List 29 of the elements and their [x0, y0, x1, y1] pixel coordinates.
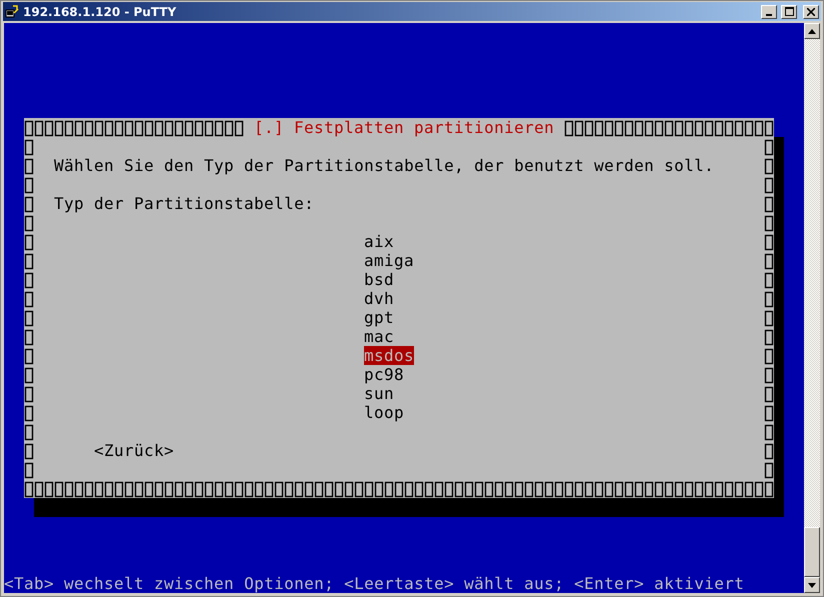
terminal-icon: [5, 4, 19, 18]
list-label: Typ der Partitionstabelle:: [54, 194, 314, 213]
list-option[interactable]: loop: [364, 403, 404, 422]
window-title: 192.168.1.120 - PuTTY: [23, 4, 178, 18]
list-option[interactable]: amiga: [364, 251, 414, 270]
scrollbar-thumb[interactable]: [804, 527, 820, 577]
scroll-down-button[interactable]: [804, 577, 820, 593]
maximize-icon: [784, 7, 794, 16]
list-option[interactable]: msdos: [364, 346, 414, 365]
back-button[interactable]: <Zurück>: [94, 441, 174, 460]
list-option[interactable]: pc98: [364, 365, 404, 384]
up-arrow-icon: [808, 28, 816, 34]
prompt-text: Wählen Sie den Typ der Partitionstabelle, der benutzt werden soll.: [54, 156, 714, 175]
close-icon: [807, 8, 815, 16]
dialog-title: [.] Festplatten partitionieren: [253, 118, 556, 137]
maximize-button[interactable]: [781, 4, 797, 18]
list-option[interactable]: dvh: [364, 289, 394, 308]
status-line: <Tab> wechselt zwischen Optionen; <Leertaste> wählt aus; <Enter> aktiviert: [4, 574, 744, 593]
down-arrow-icon: [808, 582, 816, 588]
list-option[interactable]: sun: [364, 384, 394, 403]
list-option[interactable]: aix: [364, 232, 394, 251]
minimize-icon: [766, 14, 772, 16]
close-button[interactable]: [803, 4, 819, 18]
list-option[interactable]: gpt: [364, 308, 394, 327]
scroll-up-button[interactable]: [804, 23, 820, 39]
list-option[interactable]: mac: [364, 327, 394, 346]
minimize-button[interactable]: [761, 4, 777, 18]
list-option[interactable]: bsd: [364, 270, 394, 289]
scrollbar[interactable]: [804, 23, 820, 593]
